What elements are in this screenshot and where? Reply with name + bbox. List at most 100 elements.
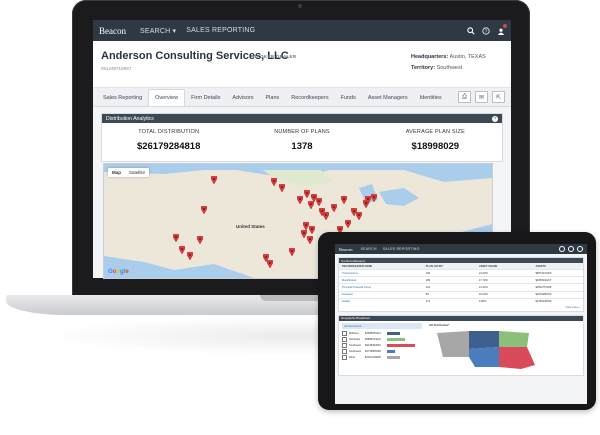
table-row[interactable]: Fidelity 174 6.80% $1781936933 [339, 297, 583, 305]
recordkeepers-panel: Top Recordkeepers RECORDKEEPER NAME PLAN… [338, 257, 584, 312]
territory-all[interactable]: All Territories [342, 322, 422, 329]
territory-value: $4327918965 [365, 356, 381, 360]
tablet-nav-sales-reporting[interactable]: SALES REPORTING [383, 247, 420, 251]
region-northeast [499, 330, 529, 347]
print-icon[interactable]: ⎙ [458, 91, 471, 103]
table-row[interactable]: Transamerica 196 21.00% $5574431300 [339, 268, 583, 277]
map-pin-icon[interactable] [307, 236, 313, 244]
map-pin-icon[interactable] [356, 212, 362, 220]
territory-map: All Territories* [425, 321, 583, 375]
notification-icon[interactable] [577, 246, 583, 252]
tab-asset-managers[interactable]: Asset Managers [362, 90, 414, 106]
table-row[interactable]: Empower 85 10.20% $2670480180 [339, 290, 583, 299]
territory-value: $4088060321 [365, 332, 381, 336]
us-territory-map[interactable] [429, 327, 579, 371]
map-pin-icon[interactable] [271, 178, 277, 186]
geography-panel: Geographic Breakdown All Territories Mid… [338, 314, 584, 376]
table-row[interactable]: Principal Financial Group 161 13.40% $35027… [339, 283, 583, 292]
territory-name: Southeast [349, 344, 361, 348]
metric-value: 1378 [291, 141, 313, 152]
map-pin-icon[interactable] [267, 260, 273, 268]
map-pin-icon[interactable] [316, 198, 322, 206]
map-pin-icon[interactable] [297, 196, 303, 204]
region-southeast [499, 346, 535, 369]
table-row[interactable]: MassMutual 289 17.70% $4650932227 [339, 276, 583, 284]
map-pin-icon[interactable] [179, 246, 185, 254]
territory-row[interactable]: West $4327918965 [342, 355, 422, 361]
map-pin-icon[interactable] [173, 234, 179, 242]
territory-bar [387, 344, 415, 348]
region-southwest [469, 346, 499, 367]
map-pin-icon[interactable] [201, 206, 207, 214]
map-pin-icon[interactable] [308, 201, 314, 209]
help-icon[interactable] [568, 246, 574, 252]
map-pin-icon[interactable] [309, 226, 315, 234]
recordkeeper-name[interactable]: Transamerica [339, 268, 423, 277]
geography-body: All Territories Midwest $4088060321 Northe… [339, 321, 583, 375]
search-icon[interactable] [559, 246, 565, 252]
region-west [437, 330, 469, 357]
hq-value: Austin, TEXAS [449, 54, 486, 60]
map-pin-icon[interactable] [331, 204, 337, 212]
map-pin-icon[interactable] [211, 176, 217, 184]
territory-rows: Midwest $4088060321 Northeast $5889044232 So… [342, 331, 422, 361]
tab-recordkeepers[interactable]: Recordkeepers [285, 90, 334, 106]
view-more-link[interactable]: View more » [339, 305, 583, 311]
recordkeeper-name[interactable]: MassMutual [339, 276, 423, 284]
map-pin-icon[interactable] [279, 184, 285, 192]
territory-name: Northeast [349, 338, 361, 342]
asset-share: 13.40% [475, 283, 533, 292]
territory-bar [387, 356, 401, 360]
checkbox[interactable] [342, 355, 347, 361]
map-pin-icon[interactable] [197, 236, 203, 244]
metric-label: AVERAGE PLAN SIZE [405, 129, 465, 135]
recordkeeper-name[interactable]: Fidelity [339, 297, 423, 305]
territory-list: All Territories Midwest $4088060321 Northe… [339, 321, 425, 375]
hq-block: Headquarters: Austin, TEXAS Territory: S… [411, 52, 503, 74]
map-pin-icon[interactable] [187, 252, 193, 260]
recordkeeper-name[interactable]: Principal Financial Group [339, 283, 423, 292]
map-type-map[interactable]: Map [108, 168, 125, 177]
tab-firm-details[interactable]: Firm Details [185, 90, 226, 106]
tablet-logo[interactable]: Beacon [339, 247, 353, 252]
metric-number-of-plans: NUMBER OF PLANS 1378 [235, 123, 368, 161]
app-logo[interactable]: Beacon [99, 26, 126, 36]
map-type-satellite[interactable]: Satellite [125, 168, 149, 177]
nav-sales-reporting[interactable]: SALES REPORTING [186, 27, 255, 34]
tab-overview[interactable]: Overview [148, 89, 186, 106]
map-pin-icon[interactable] [323, 212, 329, 220]
map-pin-icon[interactable] [345, 220, 351, 228]
map-pin-icon[interactable] [371, 194, 377, 202]
territory-value: $2735808484 [365, 350, 381, 354]
tablet-nav-search[interactable]: SEARCH [361, 247, 377, 251]
tab-plans[interactable]: Plans [260, 90, 286, 106]
export-icon[interactable]: ⇱ [492, 91, 505, 103]
plan-count: 174 [422, 297, 476, 305]
nav-search[interactable]: SEARCH ▾ [140, 27, 176, 35]
checkbox[interactable] [342, 331, 347, 337]
map-pin-icon[interactable] [341, 196, 347, 204]
asset-share: 6.80% [475, 297, 533, 305]
metric-value: $18998029 [411, 141, 460, 152]
territory-name: Midwest [349, 332, 359, 336]
map-pin-icon[interactable] [304, 190, 310, 198]
tab-identities[interactable]: Identities [414, 90, 448, 106]
tab-funds[interactable]: Funds [335, 90, 362, 106]
email-icon[interactable]: ✉ [475, 91, 488, 103]
help-icon[interactable]: ? [492, 115, 498, 122]
tab-advisors[interactable]: Advisors [226, 90, 259, 106]
recordkeeper-name[interactable]: Empower [339, 290, 423, 299]
checkbox[interactable] [342, 349, 347, 355]
checkbox[interactable] [342, 337, 347, 343]
help-icon[interactable]: ? [481, 26, 490, 35]
map-pin-icon[interactable] [289, 248, 295, 256]
tab-sales-reporting[interactable]: Sales Reporting [97, 90, 148, 106]
search-icon[interactable] [466, 26, 475, 35]
firm-id: 0512497109S7 [101, 66, 132, 71]
plan-count: 196 [422, 268, 476, 277]
checkbox[interactable] [342, 343, 347, 349]
nav-search-label: SEARCH [140, 27, 171, 35]
plan-count: 161 [422, 283, 476, 292]
recordkeepers-table: RECORDKEEPER NAME PLAN COUNT ASSET SHARE… [339, 263, 583, 305]
notification-icon[interactable] [496, 24, 507, 35]
